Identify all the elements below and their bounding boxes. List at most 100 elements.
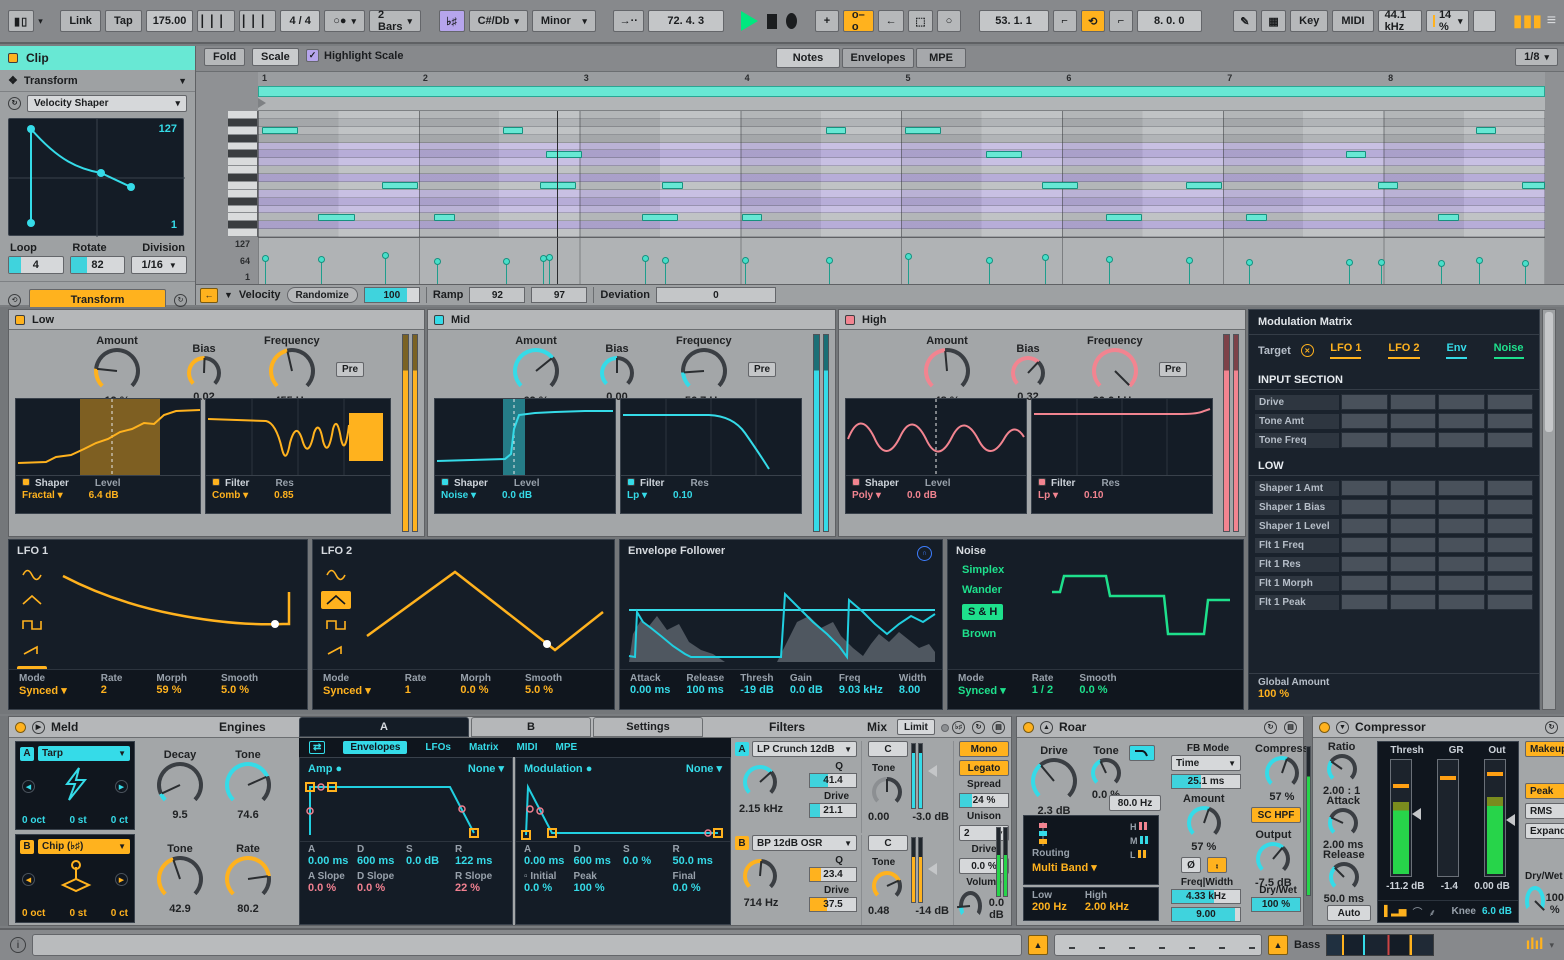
filter-b-badge[interactable]: B: [735, 836, 749, 850]
velocity-marker[interactable]: [382, 252, 389, 259]
filter-b-type-menu[interactable]: BP 12dB OSR▼: [752, 835, 857, 851]
roar-drive-knob[interactable]: [1031, 758, 1077, 804]
scale-root-menu[interactable]: C#/Db: [469, 10, 528, 32]
automation-arm-button[interactable]: ○: [937, 10, 961, 32]
randomize-button[interactable]: Randomize: [287, 287, 358, 303]
engine-b-tone-knob[interactable]: [157, 856, 203, 902]
matrix-cell[interactable]: [1341, 537, 1388, 553]
engine-b-rate-knob[interactable]: [225, 856, 271, 902]
follow-button[interactable]: →··: [613, 10, 644, 32]
amp-release[interactable]: 122 ms: [455, 855, 504, 867]
low-frequency-knob[interactable]: [269, 348, 315, 394]
release-knob[interactable]: [1329, 862, 1359, 892]
ramp-up-icon[interactable]: [17, 641, 47, 659]
triangle-icon[interactable]: [17, 591, 47, 609]
amp-d-slope[interactable]: 0.0 %: [357, 882, 406, 894]
clear-target-icon[interactable]: ✕: [1301, 344, 1314, 357]
engine-b-menu[interactable]: Chip (♭♯)▼: [38, 839, 130, 854]
velocity-marker[interactable]: [905, 253, 912, 260]
amp-decay[interactable]: 600 ms: [357, 855, 406, 867]
mod-peak[interactable]: 100 %: [574, 882, 624, 894]
lane-chevron-icon[interactable]: ▼: [224, 290, 233, 300]
tab-envelopes[interactable]: Envelopes: [842, 48, 914, 68]
midi-note[interactable]: [546, 151, 582, 158]
filter-b-q-field[interactable]: 23.4: [809, 867, 857, 882]
matrix-cell[interactable]: [1438, 556, 1485, 572]
next-engine-icon[interactable]: ▶: [115, 780, 128, 793]
noise-option-sh[interactable]: S & H: [962, 604, 1003, 620]
lfo2-smooth[interactable]: Smooth5.0 %: [525, 673, 562, 706]
deviation-field[interactable]: 0: [656, 287, 776, 303]
global-amount-value[interactable]: 100 %: [1258, 688, 1530, 700]
device-on-led[interactable]: [1023, 722, 1034, 733]
engine-a-badge[interactable]: A: [20, 747, 34, 761]
computer-midi-keyboard-button[interactable]: ▦: [1261, 10, 1286, 32]
ramp-end-field[interactable]: 97: [531, 287, 587, 303]
fb-gate-button[interactable]: ⨾: [1207, 857, 1227, 873]
engine-a-ct[interactable]: 0 ct: [111, 815, 128, 826]
matrix-source[interactable]: LFO 1: [1330, 342, 1361, 359]
midi-note[interactable]: [826, 127, 847, 134]
subtab-matrix[interactable]: Matrix: [469, 742, 498, 753]
fb-time-field[interactable]: 25.1 ms: [1171, 774, 1241, 789]
midi-note[interactable]: [318, 214, 354, 221]
matrix-cell[interactable]: [1390, 575, 1437, 591]
high-res-field[interactable]: 0.10: [1084, 490, 1103, 501]
routing-menu[interactable]: Multi Band ▾: [1032, 861, 1097, 874]
clip-mini-overview[interactable]: [1054, 934, 1262, 956]
mid-pre-button[interactable]: Pre: [748, 362, 776, 377]
transfer-curve-icon[interactable]: ⌒: [1412, 904, 1422, 919]
show-clip-overview-button[interactable]: ▲: [1028, 935, 1048, 955]
filter-a-freq-knob[interactable]: [743, 765, 777, 799]
device-on-led[interactable]: [15, 722, 26, 733]
noise-rate[interactable]: Rate1 / 2: [1032, 673, 1054, 706]
midi-note[interactable]: [642, 214, 678, 221]
high-filter-display[interactable]: [1031, 398, 1213, 476]
matrix-cell[interactable]: [1390, 518, 1437, 534]
lfo1-display[interactable]: [53, 562, 303, 658]
noise-option-simplex[interactable]: Simplex: [962, 564, 1004, 576]
marker-strip[interactable]: [258, 97, 1545, 111]
velocity-marker[interactable]: [1186, 257, 1193, 264]
prev-engine-icon[interactable]: ◀: [22, 780, 35, 793]
subtab-mpe[interactable]: MPE: [556, 742, 578, 753]
high-level-field[interactable]: 0.0 dB: [907, 490, 937, 501]
matrix-cell[interactable]: [1341, 413, 1388, 429]
mid-filter-type-menu[interactable]: Lp ▾: [627, 490, 647, 501]
velocity-shaper-graph[interactable]: 127 1: [8, 118, 184, 236]
sine-icon[interactable]: [17, 566, 47, 584]
midi-note[interactable]: [1186, 182, 1222, 189]
rms-button[interactable]: RMS: [1525, 803, 1564, 819]
triangle-icon[interactable]: [321, 591, 351, 609]
midi-note[interactable]: [434, 214, 455, 221]
noise-mode[interactable]: ModeSynced ▾: [958, 673, 1006, 706]
record-button[interactable]: [786, 13, 797, 29]
band-high-activator[interactable]: [845, 315, 855, 325]
mid-shaper-type-menu[interactable]: Noise ▾: [441, 490, 476, 501]
matrix-cell[interactable]: [1487, 413, 1534, 429]
collapsed-view-icon[interactable]: ▌▂▅: [1384, 906, 1406, 917]
division-menu[interactable]: 1/16▼: [131, 256, 187, 274]
mix-a-pan-field[interactable]: C: [868, 741, 908, 757]
mod-env-target-menu[interactable]: None ▾: [686, 762, 722, 775]
mod-final[interactable]: 0.0 %: [673, 882, 723, 894]
noise-option-brown[interactable]: Brown: [962, 628, 1004, 640]
draw-mode-button[interactable]: ✎: [1233, 10, 1257, 32]
mix-a-level-handle[interactable]: [928, 765, 937, 777]
thresh-value[interactable]: -11.2 dB: [1386, 881, 1424, 892]
bar-ruler[interactable]: 12345678: [258, 72, 1545, 86]
matrix-cell[interactable]: [1438, 394, 1485, 410]
out-meter[interactable]: [1484, 759, 1506, 877]
lfo2-rate[interactable]: Rate1: [405, 673, 427, 706]
mod-attack[interactable]: 0.00 ms: [524, 855, 574, 867]
mix-b-tone-knob[interactable]: [872, 871, 902, 901]
midi-note[interactable]: [1438, 214, 1459, 221]
low-bias-knob[interactable]: [187, 356, 221, 390]
low-amount-knob[interactable]: [94, 348, 140, 394]
midi-note[interactable]: [382, 182, 418, 189]
play-button[interactable]: [741, 11, 758, 31]
draw-mode-frame-button[interactable]: ⬚: [908, 10, 933, 32]
midi-overdub-button[interactable]: o–o: [843, 10, 874, 32]
amp-r-slope[interactable]: 22 %: [455, 882, 504, 894]
lfo1-mode[interactable]: ModeSynced ▾: [19, 673, 67, 706]
